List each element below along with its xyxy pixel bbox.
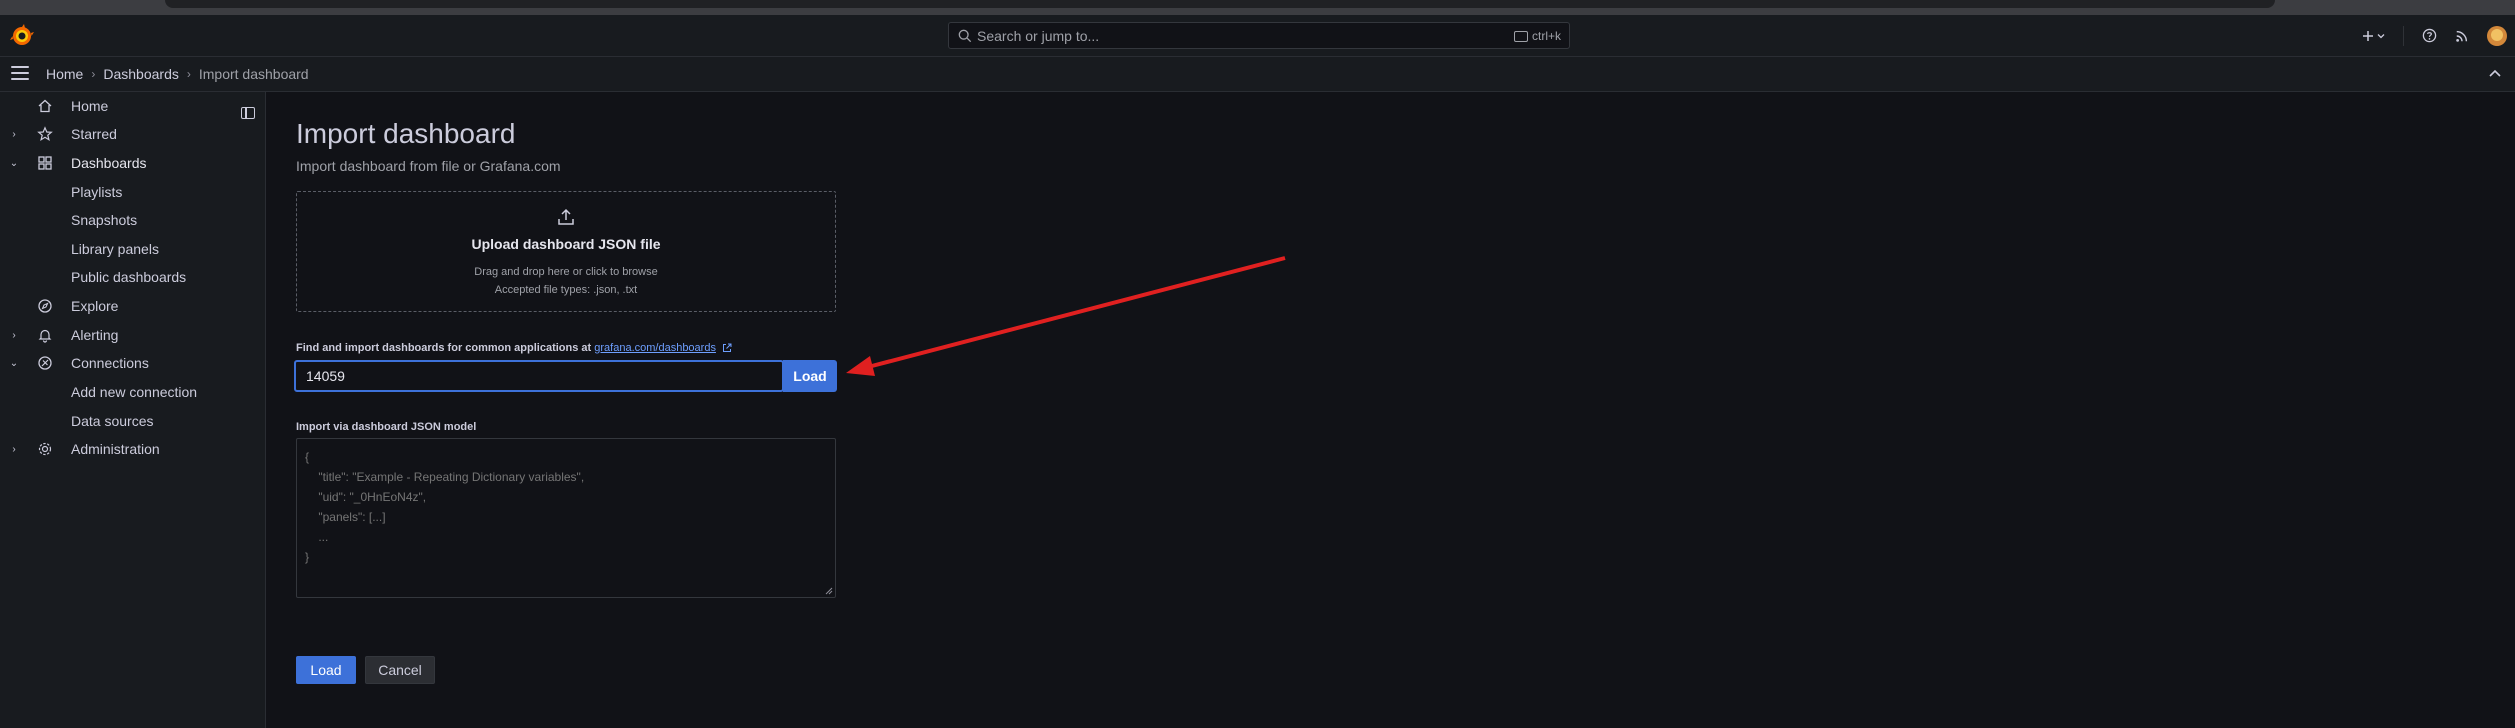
sidebar-item-playlists[interactable]: Playlists <box>0 178 265 206</box>
sidebar-item-label: Starred <box>71 126 117 142</box>
main-content: Import dashboard Import dashboard from f… <box>266 92 2515 728</box>
sidebar-item-connections[interactable]: ⌄ Connections <box>0 349 265 377</box>
plus-icon <box>2363 30 2373 41</box>
bell-icon <box>38 329 52 343</box>
breadcrumb-bar: Home › Dashboards › Import dashboard <box>0 57 2515 92</box>
upload-icon <box>558 208 574 225</box>
search-placeholder: Search or jump to... <box>977 28 1100 44</box>
keyboard-icon <box>1513 30 1528 42</box>
sidebar-item-alerting[interactable]: › Alerting <box>0 321 265 349</box>
sidebar-item-explore[interactable]: Explore <box>0 292 265 320</box>
chevron-down-icon[interactable]: ⌄ <box>8 357 20 369</box>
sidebar-item-add-new-connection[interactable]: Add new connection <box>0 378 265 406</box>
external-link-icon <box>723 343 732 353</box>
sidebar-item-administration[interactable]: › Administration <box>0 435 265 463</box>
breadcrumb-dashboards[interactable]: Dashboards <box>103 66 179 82</box>
search-input[interactable]: Search or jump to... ctrl+k <box>948 22 1570 49</box>
sidebar-item-label: Playlists <box>71 184 123 200</box>
search-icon <box>958 29 972 43</box>
cog-icon <box>38 442 52 456</box>
topbar-divider <box>2403 25 2404 46</box>
sidebar-item-label: Library panels <box>71 241 159 257</box>
chevron-down-icon[interactable]: ⌄ <box>8 157 20 169</box>
sidebar-item-label: Public dashboards <box>71 269 187 285</box>
browser-tab-strip <box>0 0 2515 15</box>
page-title: Import dashboard <box>296 118 516 149</box>
chevron-up-icon[interactable] <box>2487 66 2503 82</box>
upload-dropzone[interactable]: Upload dashboard JSON file Drag and drop… <box>296 191 836 312</box>
breadcrumb: Home › Dashboards › Import dashboard <box>46 66 309 82</box>
menu-icon[interactable] <box>11 66 29 80</box>
sidebar-item-label: Home <box>71 98 109 114</box>
find-dashboards-text: Find and import dashboards for common ap… <box>296 342 592 354</box>
load-id-button[interactable]: Load <box>783 360 837 392</box>
sidebar-item-library-panels[interactable]: Library panels <box>0 235 265 263</box>
cancel-button[interactable]: Cancel <box>365 656 435 684</box>
sidebar-item-public-dashboards[interactable]: Public dashboards <box>0 263 265 291</box>
home-icon <box>38 99 52 113</box>
chevron-right-icon[interactable]: › <box>8 128 20 140</box>
help-icon[interactable] <box>2422 28 2437 43</box>
rss-icon[interactable] <box>2455 29 2469 43</box>
connections-icon <box>38 356 52 370</box>
chevron-right-icon[interactable]: › <box>8 329 20 341</box>
resize-handle-icon[interactable] <box>825 587 833 595</box>
upload-hint: Drag and drop here or click to browse <box>474 266 658 278</box>
sidebar-item-label: Data sources <box>71 413 154 429</box>
sidebar-item-label: Connections <box>71 355 149 371</box>
star-icon <box>37 126 53 141</box>
sidebar-item-home[interactable]: Home <box>0 92 265 120</box>
sidebar-item-label: Alerting <box>71 327 119 343</box>
sidebar-item-label: Administration <box>71 441 160 457</box>
sidebar-item-label: Dashboards <box>71 155 147 171</box>
find-dashboards-label: Find and import dashboards for common ap… <box>296 342 732 354</box>
top-bar: Search or jump to... ctrl+k <box>0 15 2515 57</box>
chevron-right-icon: › <box>91 67 96 81</box>
sidebar-item-starred[interactable]: › Starred <box>0 120 265 148</box>
upload-title: Upload dashboard JSON file <box>471 236 661 252</box>
chevron-down-icon <box>2377 33 2385 38</box>
new-menu-button[interactable] <box>2362 30 2385 42</box>
topbar-actions <box>2344 15 2515 56</box>
sidebar-item-label: Snapshots <box>71 212 138 228</box>
chevron-right-icon: › <box>186 67 191 81</box>
compass-icon <box>38 299 52 313</box>
load-button[interactable]: Load <box>296 656 356 684</box>
avatar[interactable] <box>2487 25 2507 46</box>
search-shortcut: ctrl+k <box>1513 29 1561 43</box>
json-model-label: Import via dashboard JSON model <box>296 421 477 433</box>
chevron-right-icon[interactable]: › <box>8 443 20 455</box>
sidebar-item-dashboards[interactable]: ⌄ Dashboards <box>0 149 265 177</box>
sidebar: Home › Starred ⌄ Dashboards Playlists Sn… <box>0 92 266 728</box>
sidebar-item-data-sources[interactable]: Data sources <box>0 407 265 435</box>
breadcrumb-home[interactable]: Home <box>46 66 83 82</box>
grafana-logo-icon[interactable] <box>10 24 34 48</box>
browser-tab[interactable] <box>165 0 2275 8</box>
dashboards-icon <box>38 156 52 170</box>
sidebar-item-snapshots[interactable]: Snapshots <box>0 206 265 234</box>
page-subtitle: Import dashboard from file or Grafana.co… <box>296 158 561 174</box>
dashboard-id-input[interactable] <box>294 360 784 392</box>
upload-file-types: Accepted file types: .json, .txt <box>494 284 638 296</box>
sidebar-item-label: Add new connection <box>71 384 198 400</box>
grafana-dashboards-link[interactable]: grafana.com/dashboards <box>594 342 716 354</box>
search-shortcut-label: ctrl+k <box>1531 29 1561 43</box>
sidebar-item-label: Explore <box>71 298 119 314</box>
json-model-textarea[interactable] <box>296 438 836 598</box>
breadcrumb-current: Import dashboard <box>198 66 309 82</box>
